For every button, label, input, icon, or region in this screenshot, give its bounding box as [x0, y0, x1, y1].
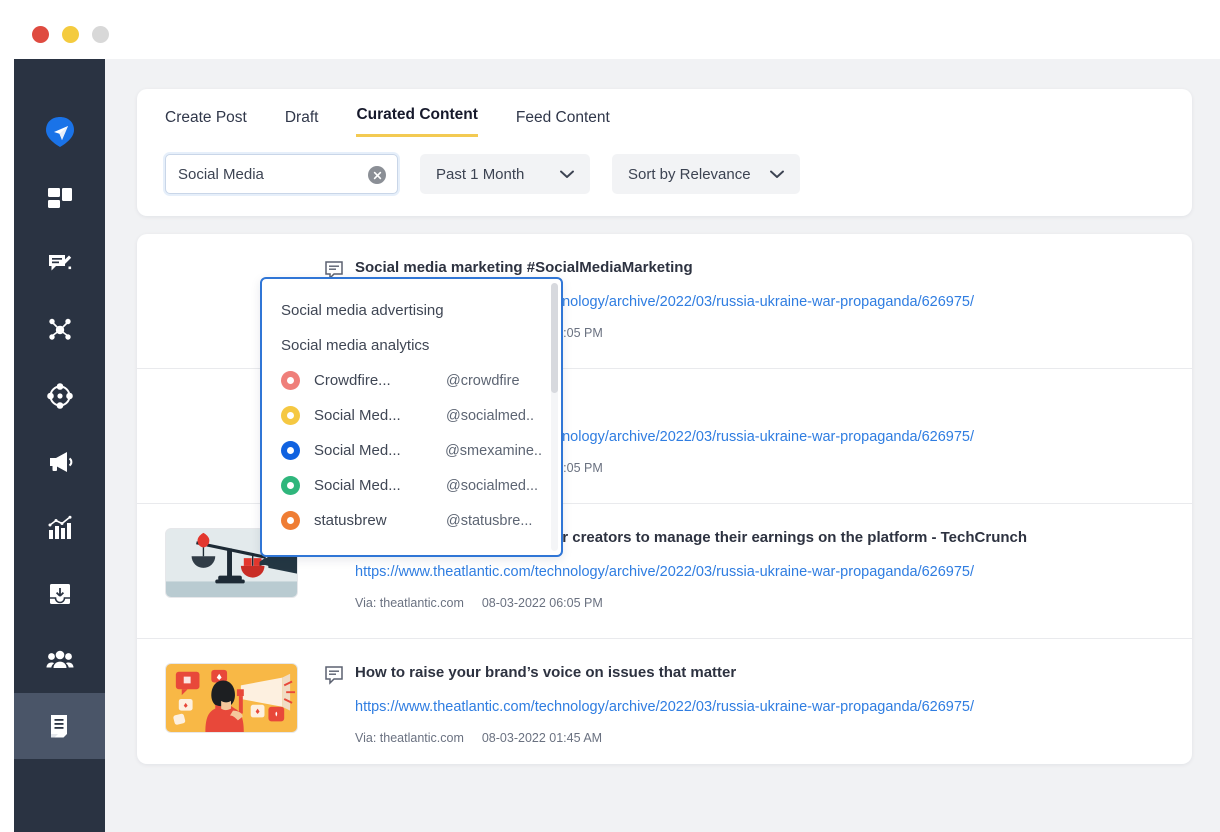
chevron-down-icon: [770, 166, 784, 183]
result-source: Via: theatlantic.com: [355, 596, 464, 610]
tab-feed-content[interactable]: Feed Content: [516, 109, 610, 137]
avatar: [281, 441, 300, 460]
suggestions-list: Social media advertising Social media an…: [262, 279, 561, 555]
sort-select[interactable]: Sort by Relevance: [612, 154, 800, 194]
chevron-down-icon: [560, 166, 574, 183]
window-controls: [32, 26, 109, 43]
dashboard-grid-icon: [46, 184, 74, 212]
filter-row: Past 1 Month Sort by Relevance: [165, 154, 1164, 194]
result-url[interactable]: https://www.theatlantic.com/technology/a…: [355, 699, 1164, 715]
suggestion-account[interactable]: Social Med... @socialmed...: [262, 468, 561, 503]
account-handle: @socialmed..: [446, 407, 535, 424]
result-source: Via: theatlantic.com: [355, 731, 464, 745]
avatar: [281, 406, 300, 425]
suggestion-account[interactable]: Crowdfire... @crowdfire: [262, 363, 561, 398]
comment-note-icon: [324, 665, 344, 690]
tab-create-post[interactable]: Create Post: [165, 109, 247, 137]
sidebar-item-team[interactable]: [14, 627, 105, 693]
tab-draft[interactable]: Draft: [285, 109, 319, 137]
result-timestamp: 08-03-2022 06:05 PM: [481, 596, 603, 610]
account-name: Social Med...: [314, 442, 401, 459]
result-title: How to raise your brand’s voice on issue…: [355, 664, 737, 681]
sidebar-item-engage[interactable]: [14, 231, 105, 297]
suggestion-account[interactable]: Social Med... @smexamine..: [262, 433, 561, 468]
account-name: statusbrew: [314, 512, 387, 529]
sidebar: [14, 59, 105, 832]
tab-bar: Create Post Draft Curated Content Feed C…: [165, 89, 1164, 137]
megaphone-woman-illustration: [165, 663, 298, 733]
sidebar-item-campaigns[interactable]: [14, 429, 105, 495]
sidebar-item-inbox[interactable]: [14, 561, 105, 627]
suggestion-account[interactable]: statusbrew @statusbre...: [262, 503, 561, 538]
date-range-select[interactable]: Past 1 Month: [420, 154, 590, 194]
sidebar-item-analytics[interactable]: [14, 495, 105, 561]
megaphone-icon: [45, 447, 75, 477]
sidebar-item-dashboard[interactable]: [14, 165, 105, 231]
date-range-value: Past 1 Month: [436, 165, 525, 183]
search-box[interactable]: [165, 154, 398, 194]
minimize-button[interactable]: [62, 26, 79, 43]
avatar: [281, 371, 300, 390]
result-meta: Via: theatlantic.com 08-03-2022 01:45 AM: [355, 731, 1164, 745]
target-circle-icon: [46, 382, 74, 410]
account-handle: @socialmed...: [446, 477, 539, 494]
main-content: Create Post Draft Curated Content Feed C…: [105, 59, 1220, 832]
suggestion-account[interactable]: Social Med... @socialmed..: [262, 398, 561, 433]
team-people-icon: [45, 645, 75, 675]
search-suggestions-dropdown: Social media advertising Social media an…: [260, 277, 563, 557]
sidebar-item-network[interactable]: [14, 297, 105, 363]
paper-plane-icon: [43, 115, 77, 149]
account-name: Social Med...: [314, 477, 401, 494]
close-button[interactable]: [32, 26, 49, 43]
sidebar-item-publish[interactable]: [14, 99, 105, 165]
clear-circle-icon[interactable]: [368, 166, 386, 184]
avatar: [281, 511, 300, 530]
result-url[interactable]: https://www.theatlantic.com/technology/a…: [355, 564, 1164, 580]
result-title: Social media marketing #SocialMediaMarke…: [355, 259, 693, 276]
account-name: Social Med...: [314, 407, 401, 424]
tab-curated-content[interactable]: Curated Content: [356, 106, 478, 137]
sidebar-item-targeting[interactable]: [14, 363, 105, 429]
filters-panel: Create Post Draft Curated Content Feed C…: [137, 89, 1192, 216]
inbox-download-icon: [46, 580, 74, 608]
app-body: Create Post Draft Curated Content Feed C…: [14, 59, 1220, 832]
suggestion-term[interactable]: Social media analytics: [262, 328, 561, 363]
document-content-icon: [46, 712, 74, 740]
browser-window: Create Post Draft Curated Content Feed C…: [14, 4, 1220, 832]
sort-value: Sort by Relevance: [628, 165, 751, 183]
bar-chart-icon: [46, 514, 74, 542]
account-name: Crowdfire...: [314, 372, 391, 389]
result-meta: Via: theatlantic.com 08-03-2022 06:05 PM: [355, 596, 1164, 610]
table-row[interactable]: How to raise your brand’s voice on issue…: [137, 639, 1192, 764]
network-nodes-icon: [46, 316, 74, 344]
avatar: [281, 476, 300, 495]
suggestions-scrollbar-thumb[interactable]: [551, 283, 558, 393]
account-handle: @crowdfire: [446, 372, 520, 389]
maximize-button[interactable]: [92, 26, 109, 43]
search-input[interactable]: [178, 165, 358, 183]
sidebar-item-content[interactable]: [14, 693, 105, 759]
suggestion-term[interactable]: Social media advertising: [262, 293, 561, 328]
result-timestamp: 08-03-2022 01:45 AM: [481, 731, 603, 745]
account-handle: @statusbre...: [446, 512, 533, 529]
account-handle: @smexamine..: [445, 442, 542, 459]
window-titlebar: [14, 4, 1220, 59]
comment-edit-icon: [46, 250, 74, 278]
